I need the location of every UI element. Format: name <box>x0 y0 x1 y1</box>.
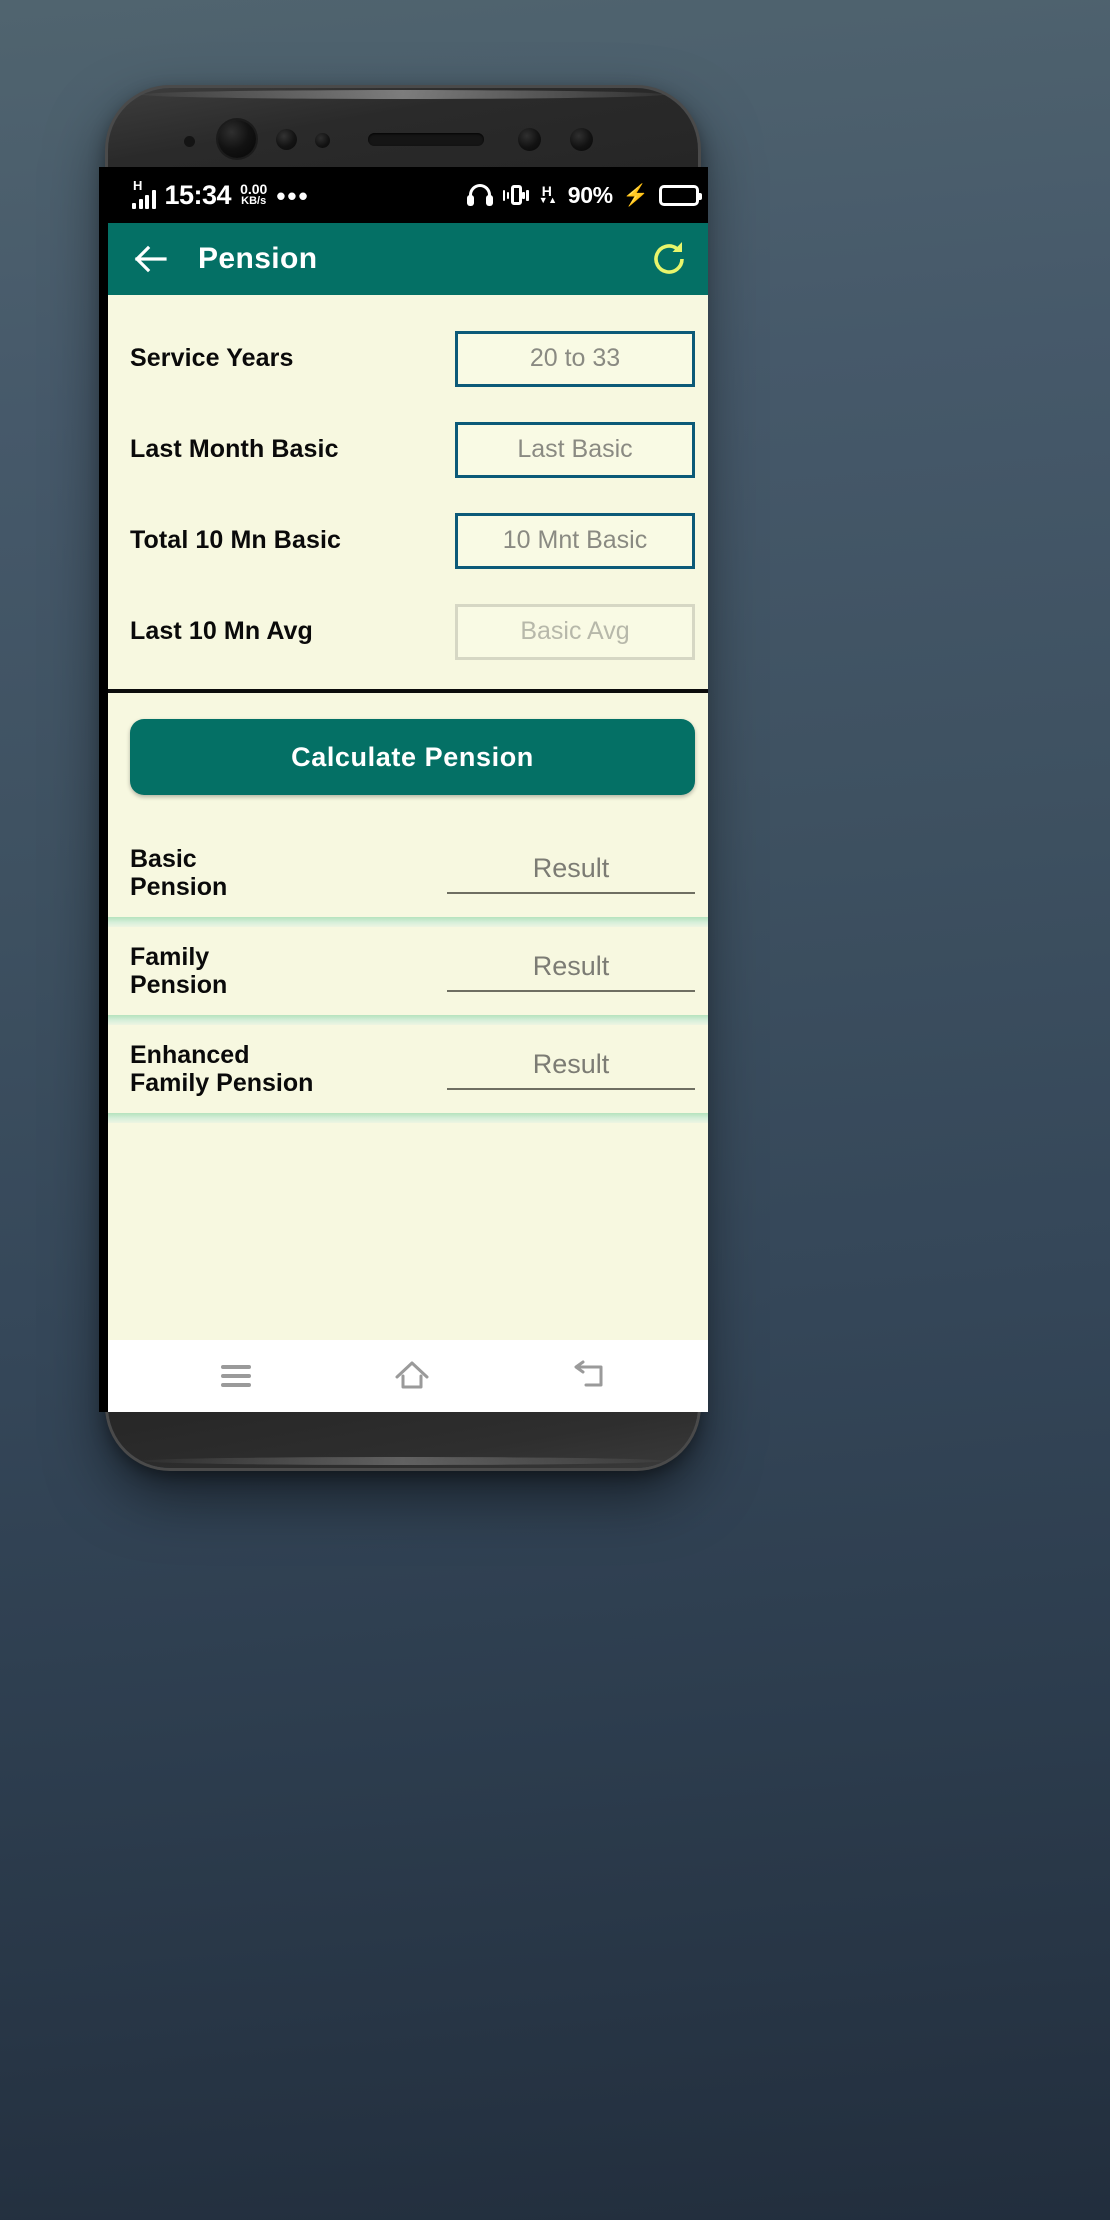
android-navigation-bar <box>108 1340 708 1412</box>
network-type-label: H <box>133 177 143 193</box>
status-clock: 15:34 <box>164 179 232 210</box>
mobile-data-arrows: ▼▲ <box>538 195 558 205</box>
form-row-last-month-basic: Last Month Basic Last Basic <box>108 404 708 495</box>
underline-basic-pension <box>447 891 695 894</box>
label-enhanced-family-pension: Enhanced Family Pension <box>130 1040 314 1098</box>
label-total-10mn-basic: Total 10 Mn Basic <box>130 526 342 554</box>
sensor-dot-4-icon <box>518 128 541 151</box>
home-icon[interactable] <box>384 1348 440 1404</box>
label-family-pension: Family Pension <box>130 942 228 1000</box>
value-wrap-family-pension: Result <box>447 951 695 992</box>
input-last-month-basic[interactable]: Last Basic <box>455 421 695 478</box>
data-speed-indicator: 0.00 KB/s <box>240 182 267 207</box>
value-basic-pension: Result <box>532 852 610 883</box>
label-last-month-basic: Last Month Basic <box>130 435 339 463</box>
top-bezel-sensors <box>108 118 698 162</box>
label-basic-pension: Basic Pension <box>130 844 228 902</box>
value-wrap-enhanced-family-pension: Result <box>447 1049 695 1090</box>
value-enhanced-family-pension: Result <box>532 1048 610 1079</box>
pension-input-form: Service Years 20 to 33 Last Month Basic … <box>108 295 708 693</box>
headphone-icon <box>466 184 493 206</box>
results-divider <box>108 1113 708 1123</box>
underline-family-pension <box>447 989 695 992</box>
results-divider <box>108 917 708 927</box>
input-service-years[interactable]: 20 to 33 <box>455 330 695 387</box>
value-wrap-basic-pension: Result <box>447 853 695 894</box>
empty-content-area <box>108 1123 708 1340</box>
form-row-last-10mn-avg: Last 10 Mn Avg Basic Avg <box>108 586 708 677</box>
value-family-pension: Result <box>532 950 610 981</box>
battery-percentage: 90% <box>567 181 613 208</box>
results-divider <box>108 1015 708 1025</box>
signal-strength-icon: H <box>132 177 156 209</box>
light-sensor-icon <box>315 133 330 148</box>
page-title: Pension <box>198 242 318 275</box>
vibrate-icon <box>502 184 529 206</box>
result-row-basic-pension: Basic Pension Result <box>108 829 708 917</box>
input-last-10mn-avg: Basic Avg <box>455 603 695 660</box>
calculate-section: Calculate Pension <box>108 693 708 829</box>
form-row-total-10mn-basic: Total 10 Mn Basic 10 Mnt Basic <box>108 495 708 586</box>
data-speed-unit: KB/s <box>241 195 267 208</box>
form-row-service-years: Service Years 20 to 33 <box>108 313 708 404</box>
back-arrow-icon[interactable] <box>130 238 172 280</box>
refresh-icon[interactable] <box>649 239 689 279</box>
data-speed-value: 0.00 <box>240 181 268 198</box>
ir-sensor-icon <box>276 129 297 150</box>
earpiece-speaker-icon <box>368 133 484 146</box>
label-last-10mn-avg: Last 10 Mn Avg <box>130 617 313 645</box>
battery-icon <box>659 184 702 206</box>
proximity-sensor-icon <box>184 136 195 147</box>
mobile-data-icon: H ▼▲ <box>539 184 558 206</box>
status-bar: H 15:34 0.00 KB/s ••• H ▼▲ 90% ⚡ <box>108 167 708 223</box>
recent-apps-icon[interactable] <box>208 1348 264 1404</box>
notification-overflow-icon: ••• <box>276 181 310 212</box>
result-row-family-pension: Family Pension Result <box>108 927 708 1015</box>
results-section: Basic Pension Result Family Pension Result… <box>108 829 708 1123</box>
calculate-pension-button[interactable]: Calculate Pension <box>130 719 695 795</box>
phone-screen: H 15:34 0.00 KB/s ••• H ▼▲ 90% ⚡ Pension… <box>99 167 708 1412</box>
front-camera-icon <box>218 120 256 158</box>
sensor-dot-5-icon <box>570 128 593 151</box>
charging-bolt-icon: ⚡ <box>622 183 649 207</box>
phone-device: H 15:34 0.00 KB/s ••• H ▼▲ 90% ⚡ Pension… <box>99 88 708 1468</box>
result-row-enhanced-family-pension: Enhanced Family Pension Result <box>108 1025 708 1113</box>
input-total-10mn-basic[interactable]: 10 Mnt Basic <box>455 512 695 569</box>
label-service-years: Service Years <box>130 344 294 372</box>
underline-enhanced-family-pension <box>447 1087 695 1090</box>
app-bar: Pension <box>108 223 708 295</box>
back-nav-icon[interactable] <box>561 1348 617 1404</box>
